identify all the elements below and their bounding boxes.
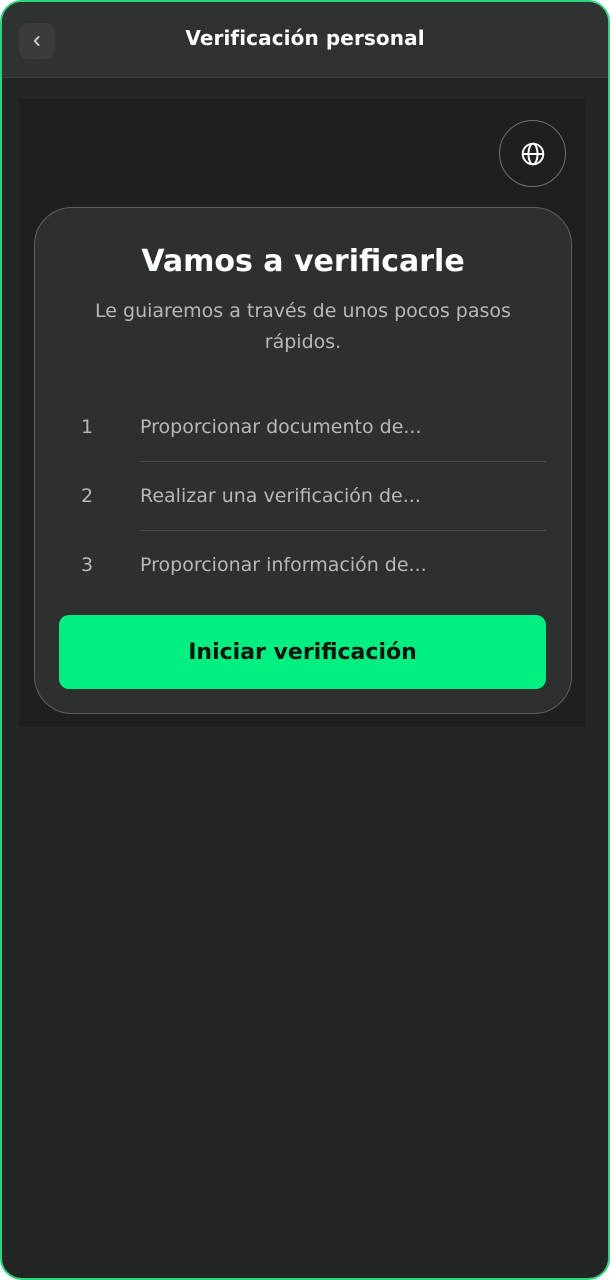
steps-list: 1 Proporcionar documento de... 2 Realiza… [35,393,571,600]
step-number: 2 [81,485,94,507]
language-button[interactable] [499,120,566,187]
step-number: 3 [81,554,94,576]
top-bar: Verificación personal [2,2,608,78]
intro-card: Vamos a verificarle Le guiaremos a travé… [34,207,572,714]
app-frame: Verificación personal Vamos a verificarl… [0,0,610,1280]
step-label: Proporcionar información de... [140,554,427,576]
card-title: Vamos a verificarle [141,244,465,279]
step-number: 1 [81,416,94,438]
page-title: Verificación personal [185,26,425,50]
step-label: Proporcionar documento de... [140,416,422,438]
verification-panel: Vamos a verificarle Le guiaremos a travé… [19,99,585,727]
step-label: Realizar una verificación de... [140,485,421,507]
card-subtitle: Le guiaremos a través de unos pocos paso… [95,300,511,353]
step-item-2: 2 Realizar una verificación de... [35,462,571,531]
globe-icon [521,142,544,165]
start-verification-button[interactable]: Iniciar verificación [59,615,546,689]
step-item-1: 1 Proporcionar documento de... [35,393,571,462]
step-item-3: 3 Proporcionar información de... [35,531,571,600]
